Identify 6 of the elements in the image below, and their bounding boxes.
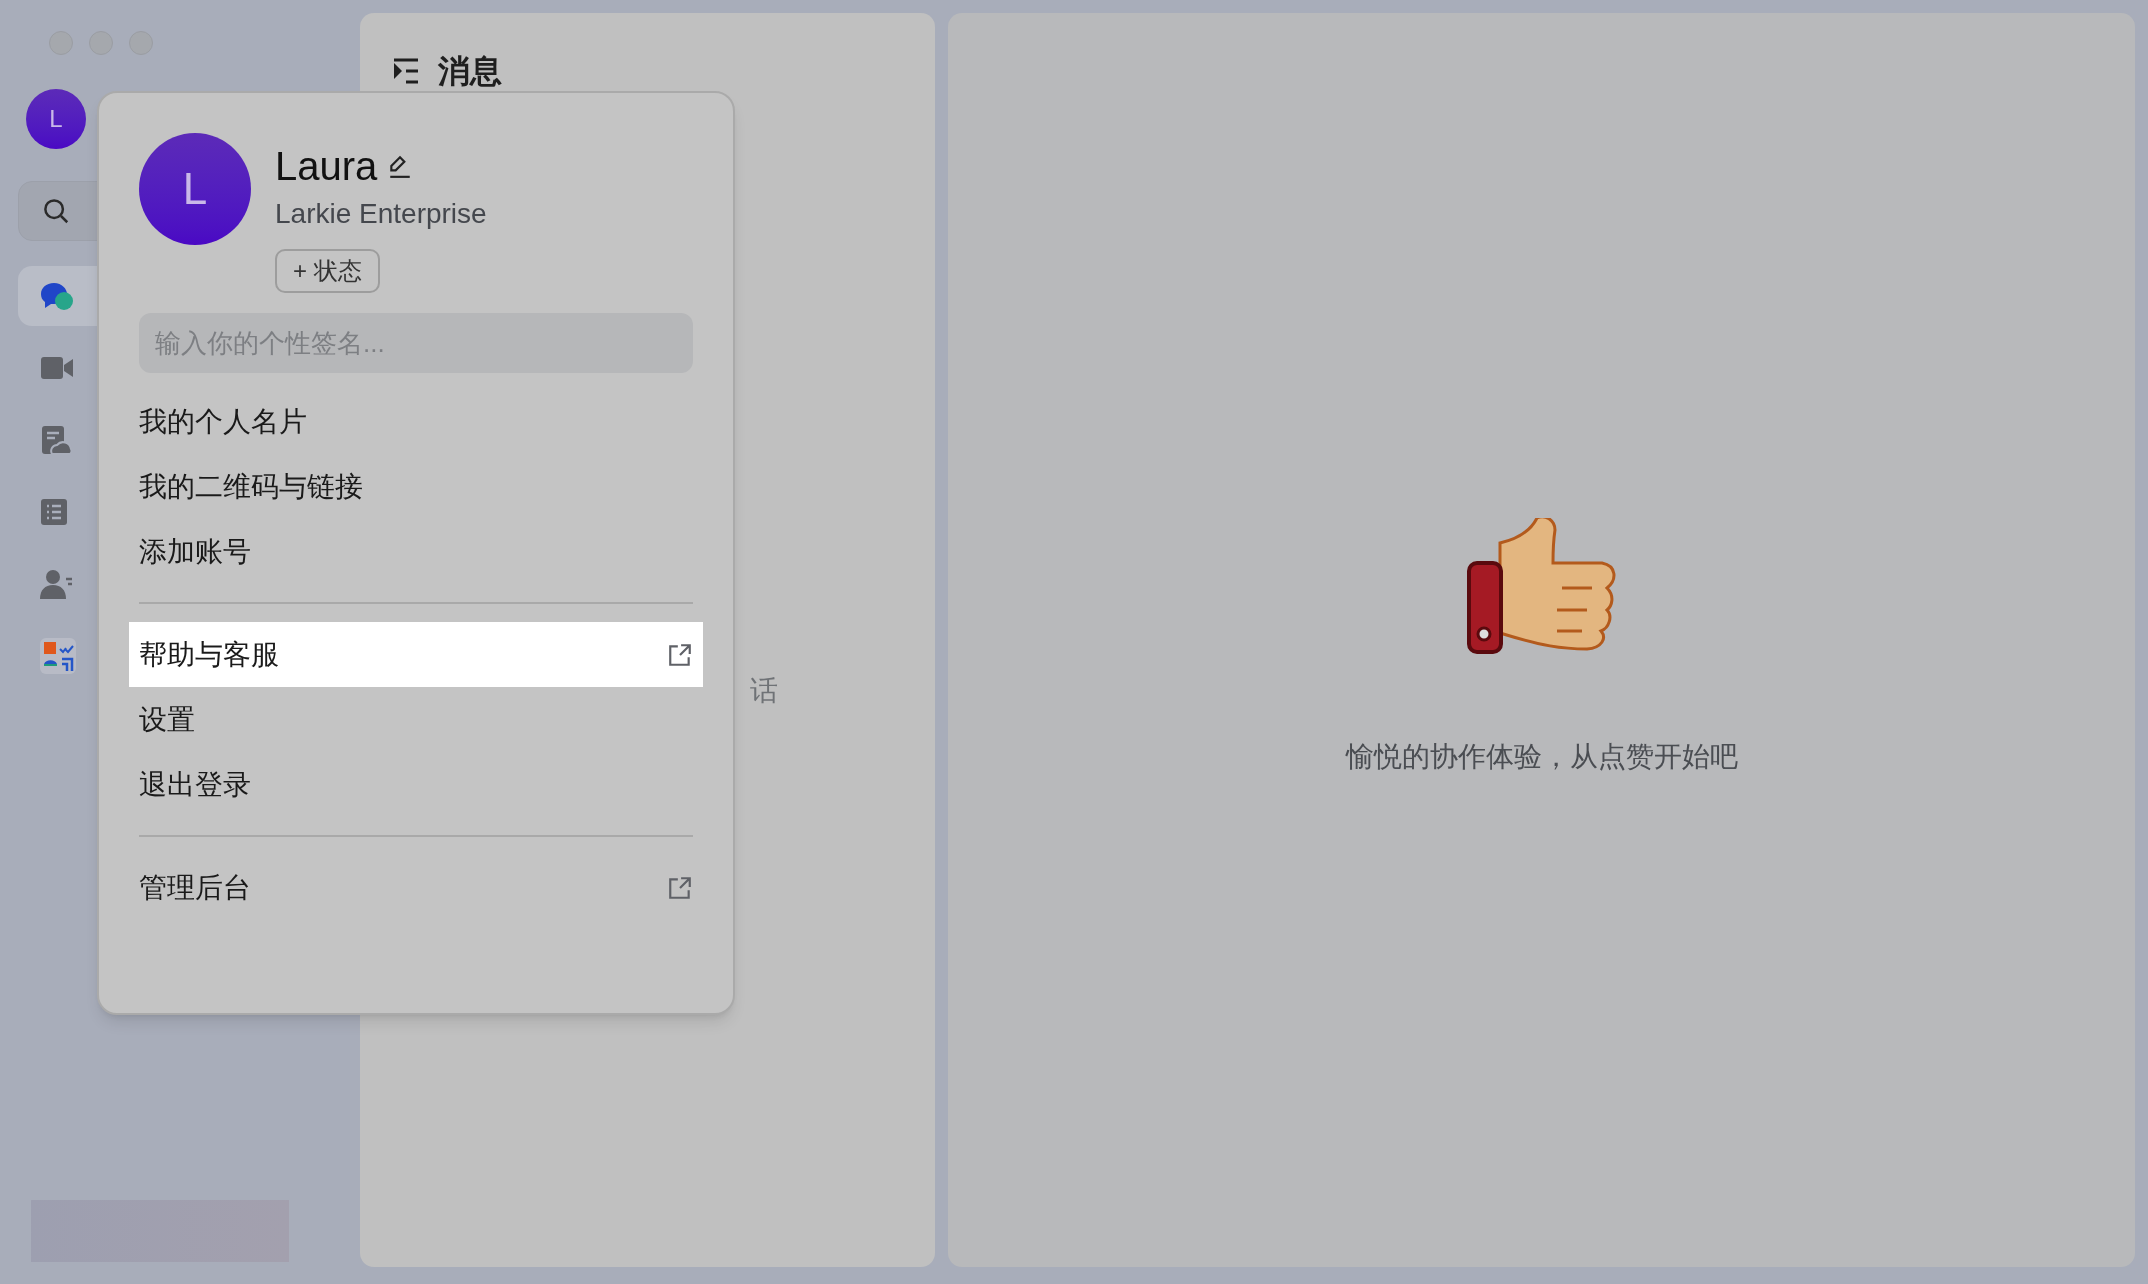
organization-name: Larkie Enterprise — [275, 197, 487, 231]
panel-title: 消息 — [438, 55, 502, 87]
empty-hint: 话 — [750, 674, 778, 708]
profile-name: Laura — [275, 143, 378, 190]
profile-avatar: L — [139, 133, 251, 245]
empty-state-text: 愉悦的协作体验，从点赞开始吧 — [1345, 740, 1738, 774]
